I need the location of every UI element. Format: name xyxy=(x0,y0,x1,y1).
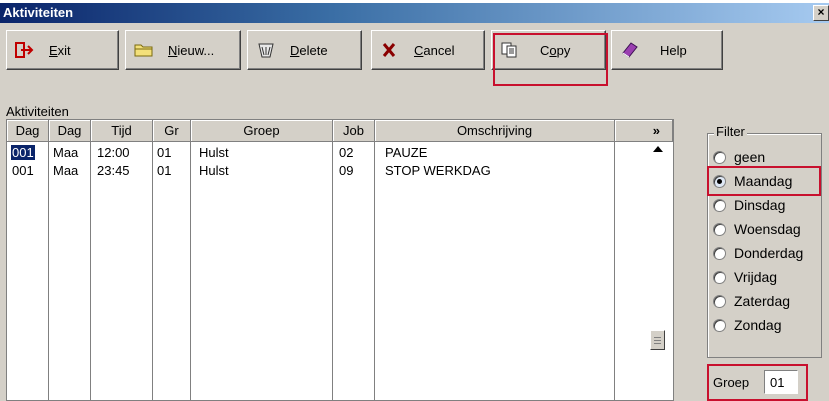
radio-icon xyxy=(713,294,726,308)
radio-icon xyxy=(713,270,726,284)
radio-icon xyxy=(713,318,726,332)
grid-header: Dag Dag Tijd Gr Groep Job Omschrijving » xyxy=(7,120,673,142)
scroll-up-arrow-icon[interactable] xyxy=(653,146,663,152)
copy-button[interactable]: Copy xyxy=(491,30,606,70)
cell-omschrijving[interactable]: PAUZE xyxy=(381,144,427,162)
scroll-thumb[interactable] xyxy=(650,330,665,350)
folder-icon xyxy=(134,41,154,59)
col-gr[interactable]: Gr xyxy=(153,120,191,142)
nieuw-button[interactable]: Nieuw... xyxy=(125,30,241,70)
nieuw-label: Nieuw... xyxy=(168,42,215,58)
radio-icon xyxy=(713,198,726,212)
exit-arrow-icon xyxy=(15,41,35,59)
cell-groep[interactable]: Hulst xyxy=(195,144,229,162)
cell-omschrijving[interactable]: STOP WERKDAG xyxy=(381,162,491,180)
delete-label: Delete xyxy=(290,42,328,58)
close-button[interactable]: × xyxy=(813,5,829,21)
table-row[interactable]: 001 Maa 12:00 01 Hulst 02 PAUZE xyxy=(7,144,673,162)
cell-job[interactable]: 02 xyxy=(335,144,353,162)
radio-selected-icon xyxy=(713,174,726,188)
col-groep[interactable]: Groep xyxy=(191,120,333,142)
window-title: Aktiviteiten xyxy=(3,5,74,20)
radio-icon xyxy=(713,222,726,236)
filter-radio-woensdag[interactable]: Woensdag xyxy=(713,219,801,239)
table-row[interactable]: 001 Maa 23:45 01 Hulst 09 STOP WERKDAG xyxy=(7,162,673,180)
exit-button[interactable]: Exit xyxy=(6,30,119,70)
x-icon xyxy=(380,41,400,59)
radio-icon xyxy=(713,150,726,164)
cell-gr[interactable]: 01 xyxy=(153,144,171,162)
cancel-label: Cancel xyxy=(414,42,455,58)
col-divider xyxy=(374,142,375,400)
cell-job[interactable]: 09 xyxy=(335,162,353,180)
aktiviteiten-grid[interactable]: Dag Dag Tijd Gr Groep Job Omschrijving »… xyxy=(6,119,674,401)
col-divider xyxy=(190,142,191,400)
col-omschrijving[interactable]: Omschrijving xyxy=(375,120,615,142)
filter-radio-geen[interactable]: geen xyxy=(713,147,765,167)
cell-dag[interactable]: 001 xyxy=(7,162,35,180)
cell-dagnaam[interactable]: Maa xyxy=(49,144,78,162)
filter-radio-zaterdag[interactable]: Zaterdag xyxy=(713,291,790,311)
title-bar: Aktiviteiten × xyxy=(0,3,829,23)
trash-icon xyxy=(256,41,276,59)
filter-radio-vrijdag[interactable]: Vrijdag xyxy=(713,267,777,287)
filter-radio-dinsdag[interactable]: Dinsdag xyxy=(713,195,785,215)
grid-caption: Aktiviteiten xyxy=(6,104,69,119)
cancel-button[interactable]: Cancel xyxy=(371,30,485,70)
filter-radio-donderdag[interactable]: Donderdag xyxy=(713,243,803,263)
delete-button[interactable]: Delete xyxy=(247,30,362,70)
cell-gr[interactable]: 01 xyxy=(153,162,171,180)
cell-tijd[interactable]: 12:00 xyxy=(93,144,130,162)
col-divider xyxy=(48,142,49,400)
radio-icon xyxy=(713,246,726,260)
col-job[interactable]: Job xyxy=(333,120,375,142)
exit-label: Exit xyxy=(49,42,71,58)
col-dagnaam[interactable]: Dag xyxy=(49,120,91,142)
more-columns-button[interactable]: » xyxy=(615,120,673,142)
col-divider xyxy=(614,142,615,400)
groep-field[interactable] xyxy=(764,370,798,394)
toolbar: Exit Nieuw... Delete Cancel Copy Help xyxy=(0,25,829,77)
col-divider xyxy=(152,142,153,400)
cell-dagnaam[interactable]: Maa xyxy=(49,162,78,180)
cell-tijd[interactable]: 23:45 xyxy=(93,162,130,180)
col-divider xyxy=(90,142,91,400)
help-book-icon xyxy=(620,41,640,59)
cell-dag[interactable]: 001 xyxy=(7,144,35,162)
help-button[interactable]: Help xyxy=(611,30,723,70)
groep-label: Groep xyxy=(713,375,750,390)
filter-legend: Filter xyxy=(714,124,747,139)
copy-icon xyxy=(500,41,520,59)
vertical-scrollbar[interactable] xyxy=(643,142,673,400)
filter-radio-maandag[interactable]: Maandag xyxy=(713,171,792,191)
filter-radio-zondag[interactable]: Zondag xyxy=(713,315,781,335)
col-tijd[interactable]: Tijd xyxy=(91,120,153,142)
col-dag[interactable]: Dag xyxy=(7,120,49,142)
copy-label: Copy xyxy=(540,42,571,58)
help-label: Help xyxy=(660,42,687,58)
col-divider xyxy=(332,142,333,400)
cell-groep[interactable]: Hulst xyxy=(195,162,229,180)
